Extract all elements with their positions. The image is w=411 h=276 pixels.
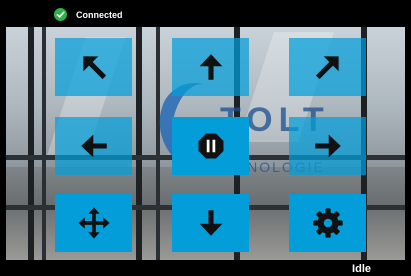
arrow-up-icon	[199, 54, 222, 80]
arrow-up-left-icon	[82, 56, 106, 80]
turn-right-button[interactable]	[289, 117, 366, 175]
move-up-left-button[interactable]	[55, 38, 132, 96]
arrow-right-icon	[314, 134, 341, 158]
pan-mode-button[interactable]	[55, 194, 132, 252]
move-forward-button[interactable]	[172, 38, 249, 96]
window-frame	[28, 27, 34, 260]
arrow-down-icon	[199, 210, 222, 236]
arrow-up-right-icon	[315, 56, 339, 80]
move-backward-button[interactable]	[172, 194, 249, 252]
move-up-right-button[interactable]	[289, 38, 366, 96]
arrow-left-icon	[80, 134, 107, 158]
robot-state-label: Idle	[352, 263, 371, 275]
turn-left-button[interactable]	[55, 117, 132, 175]
robot-control-screen: Connected TOLT HNOLOGIE Idle	[0, 0, 411, 276]
window-frame	[136, 27, 142, 260]
move-icon	[77, 207, 110, 239]
window-frame	[156, 27, 160, 260]
connection-label: Connected	[76, 9, 123, 20]
window-frame	[42, 27, 46, 260]
check-circle-icon	[54, 8, 67, 21]
top-status-bar: Connected	[0, 0, 411, 27]
stop-icon	[198, 133, 223, 159]
settings-button[interactable]	[289, 194, 366, 252]
stop-button[interactable]	[172, 117, 249, 175]
connection-status: Connected	[54, 8, 123, 21]
gear-icon	[312, 208, 343, 238]
bottom-status-bar: Idle	[0, 260, 411, 276]
